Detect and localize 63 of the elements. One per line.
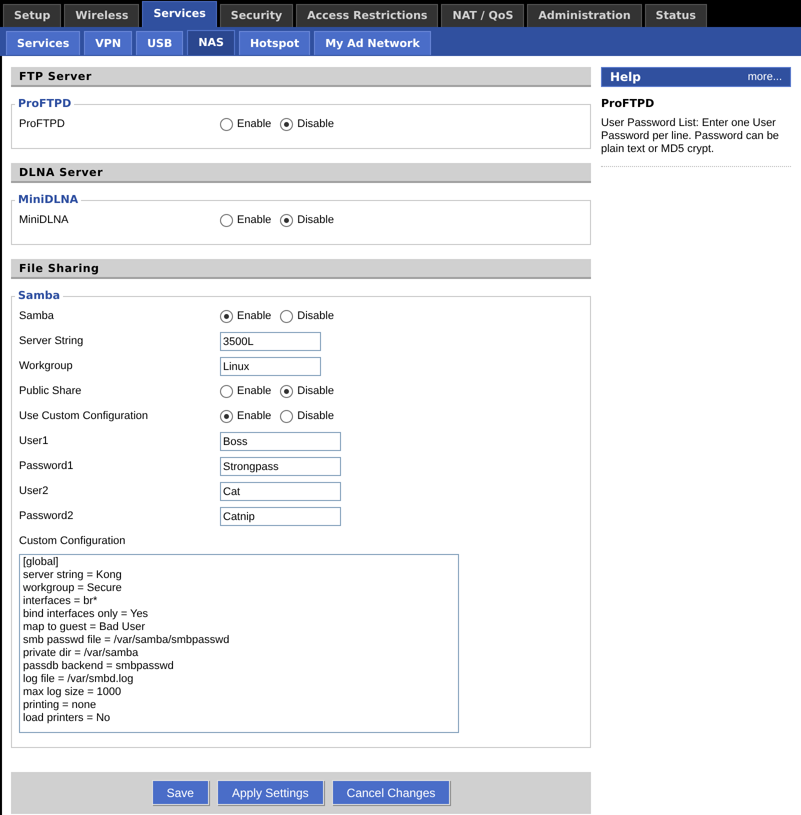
sub-tab[interactable]: USB bbox=[136, 31, 184, 55]
field-label: Password2 bbox=[19, 509, 74, 524]
main-tab[interactable]: Status bbox=[644, 4, 707, 27]
help-heading: ProFTPD bbox=[601, 96, 656, 112]
field-label: Workgroup bbox=[19, 359, 74, 374]
sub-tab[interactable]: Hotspot bbox=[238, 31, 310, 55]
section-header: DLNA Server bbox=[11, 163, 591, 183]
main-tab[interactable]: Security bbox=[220, 4, 294, 27]
radio-label: Enable bbox=[237, 384, 272, 400]
field-label: MiniDLNA bbox=[19, 213, 70, 228]
action-button[interactable]: Save bbox=[152, 780, 209, 805]
radio-label: Disable bbox=[297, 117, 334, 132]
text-field[interactable]: Cat bbox=[220, 482, 341, 501]
radio-label: Enable bbox=[237, 309, 272, 324]
radio-label: Disable bbox=[297, 384, 334, 400]
sub-tab[interactable]: NAS bbox=[187, 30, 235, 55]
radio-button[interactable] bbox=[280, 214, 294, 227]
sub-tab[interactable]: VPN bbox=[84, 31, 132, 55]
sub-tab[interactable]: My Ad Network bbox=[314, 31, 431, 55]
radio-label: Disable bbox=[297, 309, 334, 324]
radio-button[interactable] bbox=[220, 310, 233, 323]
text-field[interactable]: Strongpass bbox=[220, 457, 341, 476]
radio-button[interactable] bbox=[280, 118, 294, 131]
section-header: FTP Server bbox=[11, 67, 591, 87]
field-label: User1 bbox=[19, 434, 50, 450]
field-label: Custom Configuration bbox=[19, 534, 126, 549]
radio-label: Disable bbox=[297, 409, 334, 424]
main-tab[interactable]: Wireless bbox=[64, 4, 140, 27]
field-label: User2 bbox=[19, 484, 50, 500]
text-field[interactable]: Linux bbox=[220, 357, 321, 376]
radio-label: Enable bbox=[237, 409, 272, 424]
sub-tab[interactable]: Services bbox=[6, 31, 80, 55]
config-textarea[interactable]: [global] server string = Kong workgroup = Secure interfaces = br* bind interfaces only = Yes map to guest = Bad User smb passwd file = /var/samba/smbpasswd private dir = /var/samba passdb backend = smbpasswd log file = /var/smbd.log max log size = 1000 printing = none load printers = No bbox=[19, 554, 459, 732]
main-tab[interactable]: Access Restrictions bbox=[296, 4, 438, 27]
radio-button[interactable] bbox=[220, 214, 233, 227]
radio-label: Disable bbox=[297, 213, 334, 228]
help-text: User Password List: Enter one User Password per line. Password can be plain text or MD5 crypt. bbox=[601, 116, 780, 156]
main-tab[interactable]: Services bbox=[142, 1, 217, 27]
radio-button[interactable] bbox=[280, 410, 294, 423]
action-button[interactable]: Apply Settings bbox=[216, 780, 324, 805]
field-label: ProFTPD bbox=[19, 117, 66, 132]
field-label: Samba bbox=[19, 309, 55, 324]
field-label: Public Share bbox=[19, 384, 82, 400]
radio-button[interactable] bbox=[220, 410, 233, 423]
radio-button[interactable] bbox=[280, 385, 294, 398]
main-tab[interactable]: Setup bbox=[3, 4, 62, 27]
text-field[interactable]: 3500L bbox=[220, 332, 321, 351]
field-label: Password1 bbox=[19, 459, 74, 474]
radio-button[interactable] bbox=[280, 310, 294, 323]
text-field[interactable]: Catnip bbox=[220, 507, 341, 526]
more-link[interactable]: more... bbox=[748, 68, 782, 86]
main-tab[interactable]: NAT / QoS bbox=[441, 4, 524, 27]
main-tab[interactable]: Administration bbox=[527, 4, 642, 27]
radio-label: Enable bbox=[237, 213, 272, 228]
radio-button[interactable] bbox=[220, 118, 233, 131]
field-label: Server String bbox=[19, 334, 84, 350]
help-title: Help bbox=[610, 69, 641, 86]
section-header: File Sharing bbox=[11, 259, 591, 279]
radio-button[interactable] bbox=[220, 385, 233, 398]
field-label: Use Custom Configuration bbox=[19, 409, 150, 424]
radio-label: Enable bbox=[237, 117, 272, 132]
action-button[interactable]: Cancel Changes bbox=[332, 780, 450, 805]
text-field[interactable]: Boss bbox=[220, 432, 341, 451]
